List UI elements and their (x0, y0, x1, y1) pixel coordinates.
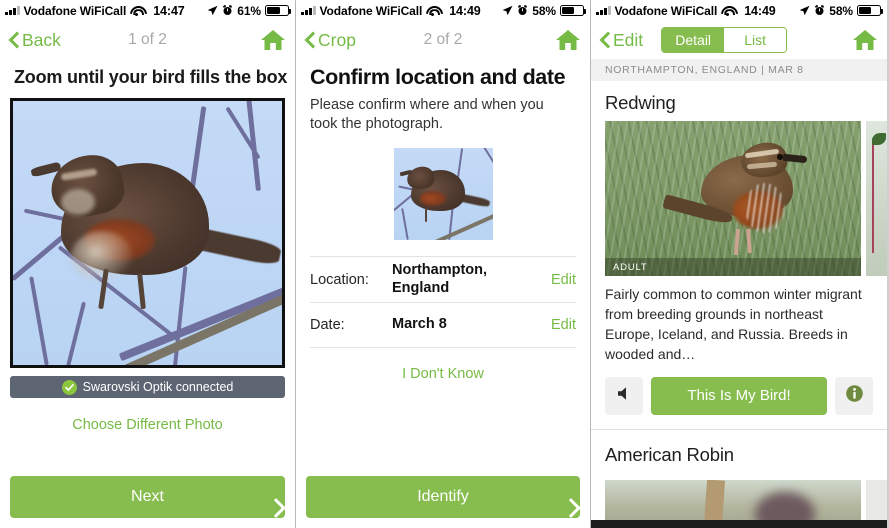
signal-bars-icon (596, 5, 611, 15)
back-label: Crop (318, 29, 356, 50)
screen-results-detail: Vodafone WiFiCall 14:49 58% Edit Detail … (591, 0, 887, 528)
connected-label: Swarovski Optik connected (82, 380, 234, 394)
detail-rows: Location: Northampton, England Edit Date… (296, 256, 590, 349)
alarm-clock-icon (517, 5, 528, 16)
back-label: Edit (613, 29, 644, 50)
battery-icon (857, 5, 884, 16)
home-icon[interactable] (260, 28, 286, 52)
speaker-icon (616, 386, 633, 406)
battery-icon (560, 5, 587, 16)
edit-back-button[interactable]: Edit (600, 30, 643, 51)
signal-bars-icon (5, 5, 20, 15)
confirm-subheading: Please confirm where and when you took t… (310, 97, 544, 133)
next-button-label: Next (131, 488, 164, 505)
status-bar: Vodafone WiFiCall 14:49 58% (296, 0, 590, 21)
battery-percent: 58% (829, 3, 853, 18)
screen-crop-zoom: Vodafone WiFiCall 14:47 61% Back 1 of 2 (0, 0, 295, 528)
battery-icon (265, 5, 292, 16)
secondary-photo-stem (872, 143, 874, 253)
edit-location-button[interactable]: Edit (543, 272, 576, 288)
species-name-american-robin: American Robin (605, 443, 734, 465)
home-icon[interactable] (852, 28, 878, 52)
wifi-icon (426, 5, 439, 17)
info-icon (845, 384, 864, 408)
tab-detail[interactable]: Detail (662, 28, 725, 52)
tab-list[interactable]: List (724, 28, 787, 52)
identify-button-label: Identify (417, 488, 469, 505)
secondary-photo-leaf (872, 133, 886, 145)
crop-photo-frame[interactable] (10, 98, 285, 368)
section-divider (591, 428, 887, 430)
location-label: Location: (310, 271, 369, 288)
date-label: Date: (310, 317, 345, 334)
cropped-photo-thumbnail[interactable] (393, 148, 493, 241)
i-dont-know-link[interactable]: I Don't Know (296, 366, 590, 382)
screen-confirm-location-date: Vodafone WiFiCall 14:49 58% Crop 2 of 2 (295, 0, 591, 528)
crop-back-button[interactable]: Crop (305, 30, 356, 51)
nav-bar: Back 1 of 2 (0, 21, 295, 59)
row-date: Date: March 8 Edit (310, 302, 576, 349)
battery-percent: 58% (532, 3, 556, 18)
result-block-american-robin: American Robin (591, 440, 887, 528)
thumb-bird-flank (419, 191, 446, 207)
back-button[interactable]: Back (9, 30, 61, 51)
thumbnail-wrapper (296, 148, 590, 241)
species-photo-gallery[interactable]: ADULT (591, 121, 887, 276)
confirm-heading: Confirm location and date (310, 65, 566, 89)
photo-age-badge: ADULT (605, 258, 861, 276)
edit-date-button[interactable]: Edit (543, 317, 576, 333)
location-arrow-icon (207, 5, 218, 16)
species-actions: This Is My Bird! (591, 365, 887, 415)
home-icon[interactable] (555, 28, 581, 52)
bottom-bar (591, 520, 887, 528)
wifi-icon (721, 5, 734, 17)
view-mode-segmented-control: Detail List (661, 27, 788, 53)
species-photo-primary[interactable]: ADULT (605, 121, 861, 276)
row-location: Location: Northampton, England Edit (310, 256, 576, 302)
date-value: March 8 (392, 316, 447, 333)
carrier-label: Vodafone WiFiCall (614, 3, 718, 18)
nav-bar: Crop 2 of 2 (296, 21, 590, 59)
next-button[interactable]: Next (10, 476, 285, 518)
instruction-heading: Zoom until your bird fills the box (14, 67, 288, 87)
clock: 14:47 (153, 3, 185, 18)
location-arrow-icon (502, 5, 513, 16)
back-label: Back (22, 29, 61, 50)
wifi-icon (130, 5, 143, 17)
clock: 14:49 (449, 3, 481, 18)
photo-bird-throat (61, 189, 95, 215)
device-connected-status: Swarovski Optik connected (10, 376, 285, 398)
thumb-bird-leg (424, 208, 427, 223)
species-name-redwing: Redwing (605, 92, 676, 113)
carrier-label: Vodafone WiFiCall (23, 3, 127, 18)
more-info-button[interactable] (835, 376, 873, 415)
species-description: Fairly common to common winter migrant f… (605, 286, 862, 362)
clock: 14:49 (744, 3, 776, 18)
identify-button[interactable]: Identify (306, 476, 580, 518)
this-is-my-bird-button[interactable]: This Is My Bird! (651, 376, 827, 415)
nav-bar: Edit Detail List (591, 21, 887, 59)
chevron-left-icon (600, 31, 611, 49)
choose-different-photo-link[interactable]: Choose Different Photo (0, 417, 295, 433)
status-bar: Vodafone WiFiCall 14:49 58% (591, 0, 887, 21)
alarm-clock-icon (814, 5, 825, 16)
check-circle-icon (61, 379, 77, 395)
this-is-my-bird-label: This Is My Bird! (687, 387, 791, 404)
chevron-left-icon (305, 31, 316, 49)
three-screen-comparison: Vodafone WiFiCall 14:47 61% Back 1 of 2 (0, 0, 889, 528)
species-photo-secondary[interactable] (866, 121, 887, 276)
location-arrow-icon (799, 5, 810, 16)
alarm-clock-icon (222, 5, 233, 16)
carrier-label: Vodafone WiFiCall (319, 3, 423, 18)
status-bar: Vodafone WiFiCall 14:47 61% (0, 0, 295, 21)
signal-bars-icon (301, 5, 316, 15)
play-sound-button[interactable] (605, 376, 643, 415)
observation-meta: NORTHAMPTON, ENGLAND | MAR 8 (591, 59, 887, 81)
chevron-left-icon (9, 31, 20, 49)
species-bird-breast-streaks (745, 183, 785, 233)
location-value: Northampton, England (392, 262, 488, 296)
battery-percent: 61% (237, 3, 261, 18)
